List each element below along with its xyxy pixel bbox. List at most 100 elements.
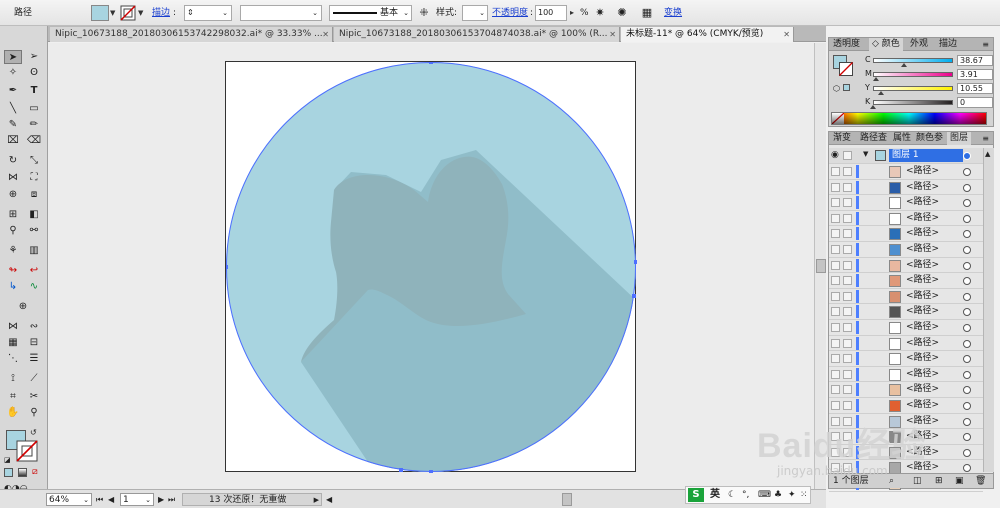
target-icon[interactable] bbox=[963, 386, 971, 395]
status-field[interactable]: 13 次还原！无重做 ▶ bbox=[182, 493, 322, 506]
item-name[interactable]: <路径> bbox=[906, 226, 939, 241]
tab-pathfinder[interactable]: 路径查 bbox=[857, 132, 890, 145]
visibility-toggle[interactable] bbox=[831, 276, 840, 286]
status-menu-arrow-icon[interactable]: ▶ bbox=[314, 494, 319, 507]
prev-page-icon[interactable]: ◀ bbox=[108, 493, 114, 506]
item-name[interactable]: <路径> bbox=[906, 320, 939, 335]
measure-tool-icon[interactable]: ⟟ bbox=[4, 372, 22, 386]
tab-attributes[interactable]: 属性 bbox=[890, 132, 914, 145]
item-name[interactable]: <路径> bbox=[906, 195, 939, 210]
target-icon[interactable] bbox=[963, 433, 971, 442]
magic-wand-tool-icon[interactable]: ✧ bbox=[4, 66, 22, 80]
tab-gradient[interactable]: 渐变 bbox=[830, 132, 854, 145]
gradient-mode-icon[interactable] bbox=[18, 468, 27, 477]
stroke-weight-field[interactable]: ⇕ ⌄ bbox=[184, 5, 232, 21]
tab-color[interactable]: ◇ 颜色 bbox=[869, 38, 903, 51]
live-paint-selection-tool-icon[interactable]: ⊟ bbox=[25, 336, 43, 350]
layer-item[interactable]: <路径> bbox=[829, 195, 983, 211]
scissors-tool-icon[interactable]: ✂ bbox=[25, 390, 43, 404]
close-icon[interactable]: ✕ bbox=[609, 27, 616, 42]
panel-menu-icon[interactable]: ≡ bbox=[982, 38, 989, 51]
smooth-tool-icon[interactable]: ∿ bbox=[25, 280, 43, 294]
layer-item[interactable]: <路径> bbox=[829, 351, 983, 367]
slider-track[interactable] bbox=[873, 86, 953, 91]
line-tool-icon[interactable]: ╲ bbox=[4, 102, 22, 116]
anchor-point[interactable] bbox=[224, 265, 228, 269]
keyboard-icon[interactable]: ⌨ bbox=[758, 487, 771, 503]
anchor-point[interactable] bbox=[429, 470, 433, 474]
moon-icon[interactable]: ☾ bbox=[728, 487, 736, 503]
slider-value-field[interactable]: 3.91 bbox=[957, 69, 993, 80]
close-icon[interactable]: ✕ bbox=[783, 27, 790, 42]
anchor-point[interactable] bbox=[632, 294, 636, 298]
first-page-icon[interactable]: ⏮ bbox=[96, 493, 103, 506]
scroll-thumb[interactable] bbox=[816, 259, 826, 273]
target-icon[interactable] bbox=[963, 246, 971, 254]
item-name[interactable]: <路径> bbox=[906, 304, 939, 319]
visibility-toggle[interactable] bbox=[831, 229, 840, 239]
layer-name[interactable]: 图层 1 bbox=[889, 149, 963, 162]
layer-item[interactable]: <路径> bbox=[829, 164, 983, 180]
brush-definition[interactable]: 基本 ⌄ bbox=[329, 5, 412, 21]
visibility-toggle[interactable] bbox=[831, 401, 840, 410]
layer-item[interactable]: <路径> bbox=[829, 180, 983, 196]
item-name[interactable]: <路径> bbox=[906, 242, 939, 257]
item-name[interactable]: <路径> bbox=[906, 180, 939, 195]
slider-knob[interactable] bbox=[873, 77, 880, 81]
punctuation-icon[interactable]: °, bbox=[742, 487, 749, 503]
item-name[interactable]: <路径> bbox=[906, 164, 939, 179]
slider-knob[interactable] bbox=[900, 63, 907, 67]
item-name[interactable]: <路径> bbox=[906, 258, 939, 273]
blob-brush-tool-icon[interactable]: ⌧ bbox=[4, 134, 22, 148]
visibility-toggle[interactable] bbox=[831, 338, 840, 348]
lock-toggle[interactable] bbox=[843, 151, 852, 160]
item-name[interactable]: <路径> bbox=[906, 273, 939, 288]
document-tab-2[interactable]: Nipic_10673188_20180306153704874038.ai* … bbox=[334, 27, 620, 42]
opacity-field[interactable]: 100 bbox=[535, 5, 567, 21]
visibility-toggle[interactable] bbox=[831, 354, 840, 364]
selection-tool-icon[interactable]: ➤ bbox=[4, 50, 22, 64]
scroll-up-icon[interactable]: ▲ bbox=[985, 150, 993, 162]
hand-tool-icon[interactable]: ✋ bbox=[4, 406, 22, 420]
width-tool-icon[interactable]: ⋈ bbox=[4, 171, 22, 185]
join-tool-icon[interactable]: ↳ bbox=[4, 280, 22, 294]
lock-toggle[interactable] bbox=[843, 354, 852, 364]
visibility-toggle[interactable] bbox=[831, 213, 840, 223]
target-icon[interactable] bbox=[963, 152, 971, 160]
target-icon[interactable] bbox=[963, 261, 971, 270]
opacity-arrow-icon[interactable]: ▸ bbox=[570, 5, 574, 21]
slider-value-field[interactable]: 38.67 bbox=[957, 55, 993, 66]
scroll-left-icon[interactable]: ◀ bbox=[326, 493, 332, 506]
scale-tool-icon[interactable]: ⤡ bbox=[25, 154, 43, 168]
toolbox-icon[interactable]: ⁙ bbox=[800, 487, 808, 503]
item-name[interactable]: <路径> bbox=[906, 382, 939, 397]
target-icon[interactable] bbox=[963, 292, 971, 301]
target-icon[interactable] bbox=[963, 183, 971, 192]
color-mode-icon[interactable] bbox=[4, 468, 13, 477]
shape-builder-tool-icon[interactable]: ⊕ bbox=[4, 188, 22, 202]
target-icon[interactable] bbox=[963, 355, 971, 364]
trash-icon[interactable]: 🗑 bbox=[975, 474, 986, 489]
layer-item[interactable]: <路径> bbox=[829, 242, 983, 258]
swap-fill-stroke-icon[interactable]: ↺ bbox=[30, 428, 37, 437]
lock-toggle[interactable] bbox=[843, 323, 852, 332]
layer-item[interactable]: <路径> bbox=[829, 273, 983, 289]
visibility-toggle[interactable] bbox=[831, 198, 840, 208]
visibility-toggle[interactable] bbox=[831, 307, 840, 317]
target-icon[interactable] bbox=[963, 464, 971, 473]
lock-toggle[interactable] bbox=[843, 198, 852, 208]
gradient-tool-icon[interactable]: ◧ bbox=[25, 208, 43, 222]
stroke-link[interactable]: 描边 bbox=[152, 5, 170, 21]
mesh-tool-icon[interactable]: ⊞ bbox=[4, 208, 22, 222]
last-page-icon[interactable]: ⏭ bbox=[168, 493, 175, 506]
opacity-link[interactable]: 不透明度 bbox=[492, 5, 528, 21]
rotate-tool-icon[interactable]: ↻ bbox=[4, 154, 22, 168]
visibility-toggle[interactable] bbox=[831, 182, 840, 192]
eye-icon[interactable]: ◉ bbox=[831, 150, 839, 160]
visibility-toggle[interactable] bbox=[831, 385, 840, 395]
tab-appearance[interactable]: 外观 bbox=[907, 38, 931, 51]
slice-tool-icon[interactable]: ⋈ bbox=[4, 320, 22, 334]
target-icon[interactable] bbox=[963, 339, 971, 348]
lock-toggle[interactable] bbox=[843, 401, 852, 410]
slider-value-field[interactable]: 0 bbox=[957, 97, 993, 108]
